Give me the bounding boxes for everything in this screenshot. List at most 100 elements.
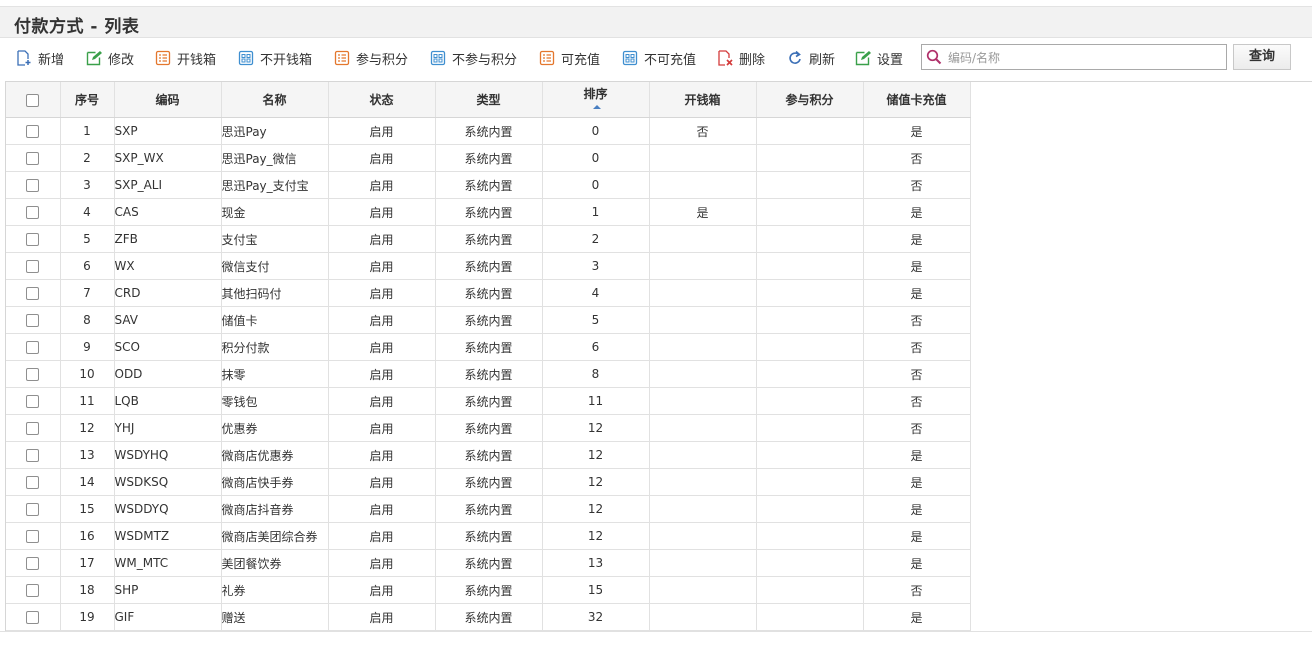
cell-code[interactable]: SXP — [114, 117, 222, 145]
table-row[interactable]: 15 WSDDYQ 微商店抖音券 启用 系统内置 12 是 — [6, 495, 971, 523]
row-checkbox[interactable] — [26, 395, 40, 408]
col-header-sort[interactable]: 排序 — [542, 82, 650, 118]
row-select-cell[interactable] — [6, 576, 61, 604]
row-checkbox[interactable] — [26, 422, 40, 435]
table-row[interactable]: 17 WM_MTC 美团餐饮券 启用 系统内置 13 是 — [6, 549, 971, 577]
col-header-no[interactable]: 序号 — [60, 82, 115, 118]
add-button[interactable]: 新增 — [16, 49, 64, 68]
row-checkbox[interactable] — [26, 260, 40, 273]
row-select-cell[interactable] — [6, 252, 61, 280]
cell-code[interactable]: WSDDYQ — [114, 495, 222, 523]
row-checkbox[interactable] — [26, 287, 40, 300]
row-select-cell[interactable] — [6, 603, 61, 631]
row-checkbox[interactable] — [26, 476, 40, 489]
cell-code[interactable]: WSDYHQ — [114, 441, 222, 469]
row-select-cell[interactable] — [6, 468, 61, 496]
row-checkbox[interactable] — [26, 611, 40, 624]
cell-code[interactable]: ODD — [114, 360, 222, 388]
cell-code[interactable]: SAV — [114, 306, 222, 334]
row-checkbox[interactable] — [26, 530, 40, 543]
table-row[interactable]: 12 YHJ 优惠券 启用 系统内置 12 否 — [6, 414, 971, 442]
table-row[interactable]: 6 WX 微信支付 启用 系统内置 3 是 — [6, 252, 971, 280]
row-select-cell[interactable] — [6, 549, 61, 577]
table-row[interactable]: 8 SAV 储值卡 启用 系统内置 5 否 — [6, 306, 971, 334]
row-checkbox[interactable] — [26, 179, 40, 192]
delete-button[interactable]: 删除 — [717, 49, 765, 68]
cell-code[interactable]: YHJ — [114, 414, 222, 442]
select-all-checkbox[interactable] — [26, 93, 40, 107]
row-checkbox[interactable] — [26, 557, 40, 570]
cell-code[interactable]: CRD — [114, 279, 222, 307]
table-row[interactable]: 9 SCO 积分付款 启用 系统内置 6 否 — [6, 333, 971, 361]
query-button[interactable]: 查询 — [1233, 44, 1291, 70]
rechargeable-button[interactable]: 可充值 — [539, 49, 600, 68]
row-checkbox[interactable] — [26, 314, 40, 327]
col-header-status[interactable]: 状态 — [328, 82, 436, 118]
row-select-cell[interactable] — [6, 522, 61, 550]
row-select-cell[interactable] — [6, 117, 61, 145]
row-select-cell[interactable] — [6, 360, 61, 388]
col-header-cashbox[interactable]: 开钱箱 — [649, 82, 757, 118]
cell-code[interactable]: LQB — [114, 387, 222, 415]
table-row[interactable]: 4 CAS 现金 启用 系统内置 1 是是 — [6, 198, 971, 226]
row-select-cell[interactable] — [6, 414, 61, 442]
col-header-code[interactable]: 编码 — [114, 82, 222, 118]
cell-code[interactable]: WSDKSQ — [114, 468, 222, 496]
cell-code[interactable]: SXP_WX — [114, 144, 222, 172]
select-all-cell[interactable] — [6, 82, 61, 118]
not-rechargeable-button[interactable]: 不可充值 — [622, 49, 696, 68]
cell-code[interactable]: SHP — [114, 576, 222, 604]
row-select-cell[interactable] — [6, 144, 61, 172]
table-row[interactable]: 7 CRD 其他扫码付 启用 系统内置 4 是 — [6, 279, 971, 307]
col-header-points[interactable]: 参与积分 — [756, 82, 864, 118]
edit-button[interactable]: 修改 — [86, 49, 134, 68]
table-row[interactable]: 14 WSDKSQ 微商店快手券 启用 系统内置 12 是 — [6, 468, 971, 496]
cell-code[interactable]: SXP_ALI — [114, 171, 222, 199]
row-checkbox[interactable] — [26, 503, 40, 516]
row-select-cell[interactable] — [6, 387, 61, 415]
row-select-cell[interactable] — [6, 333, 61, 361]
col-header-type[interactable]: 类型 — [435, 82, 543, 118]
row-checkbox[interactable] — [26, 449, 40, 462]
search-input[interactable] — [946, 47, 1226, 69]
cell-code[interactable]: WM_MTC — [114, 549, 222, 577]
cell-code[interactable]: GIF — [114, 603, 222, 631]
table-row[interactable]: 18 SHP 礼券 启用 系统内置 15 否 — [6, 576, 971, 604]
row-checkbox[interactable] — [26, 341, 40, 354]
row-select-cell[interactable] — [6, 441, 61, 469]
table-row[interactable]: 2 SXP_WX 思迅Pay_微信 启用 系统内置 0 否 — [6, 144, 971, 172]
row-checkbox[interactable] — [26, 368, 40, 381]
table-row[interactable]: 19 GIF 赠送 启用 系统内置 32 是 — [6, 603, 971, 631]
no-cashbox-button[interactable]: 不开钱箱 — [238, 49, 312, 68]
row-select-cell[interactable] — [6, 171, 61, 199]
row-select-cell[interactable] — [6, 198, 61, 226]
row-checkbox[interactable] — [26, 584, 40, 597]
table-row[interactable]: 5 ZFB 支付宝 启用 系统内置 2 是 — [6, 225, 971, 253]
table-row[interactable]: 13 WSDYHQ 微商店优惠券 启用 系统内置 12 是 — [6, 441, 971, 469]
row-select-cell[interactable] — [6, 495, 61, 523]
col-header-recharge[interactable]: 储值卡充值 — [863, 82, 971, 118]
open-cashbox-button[interactable]: 开钱箱 — [155, 49, 216, 68]
table-row[interactable]: 1 SXP 思迅Pay 启用 系统内置 0 否 是 — [6, 117, 971, 145]
cell-code[interactable]: CAS — [114, 198, 222, 226]
no-points-button[interactable]: 不参与积分 — [430, 49, 517, 68]
refresh-button[interactable]: 刷新 — [787, 49, 835, 68]
row-checkbox[interactable] — [26, 206, 40, 219]
row-checkbox[interactable] — [26, 152, 40, 165]
table-row[interactable]: 10 ODD 抹零 启用 系统内置 8 否 — [6, 360, 971, 388]
table-row[interactable]: 11 LQB 零钱包 启用 系统内置 11 否 — [6, 387, 971, 415]
row-checkbox[interactable] — [26, 233, 40, 246]
cell-code[interactable]: SCO — [114, 333, 222, 361]
cell-code[interactable]: WX — [114, 252, 222, 280]
col-header-name[interactable]: 名称 — [221, 82, 329, 118]
settings-button[interactable]: 设置 — [855, 49, 903, 68]
cell-code[interactable]: ZFB — [114, 225, 222, 253]
row-select-cell[interactable] — [6, 279, 61, 307]
row-checkbox[interactable] — [26, 125, 40, 138]
row-select-cell[interactable] — [6, 306, 61, 334]
join-points-button[interactable]: 参与积分 — [334, 49, 408, 68]
table-row[interactable]: 16 WSDMTZ 微商店美团综合券 启用 系统内置 12 是 — [6, 522, 971, 550]
cell-code[interactable]: WSDMTZ — [114, 522, 222, 550]
row-select-cell[interactable] — [6, 225, 61, 253]
table-row[interactable]: 3 SXP_ALI 思迅Pay_支付宝 启用 系统内置 0 否 — [6, 171, 971, 199]
